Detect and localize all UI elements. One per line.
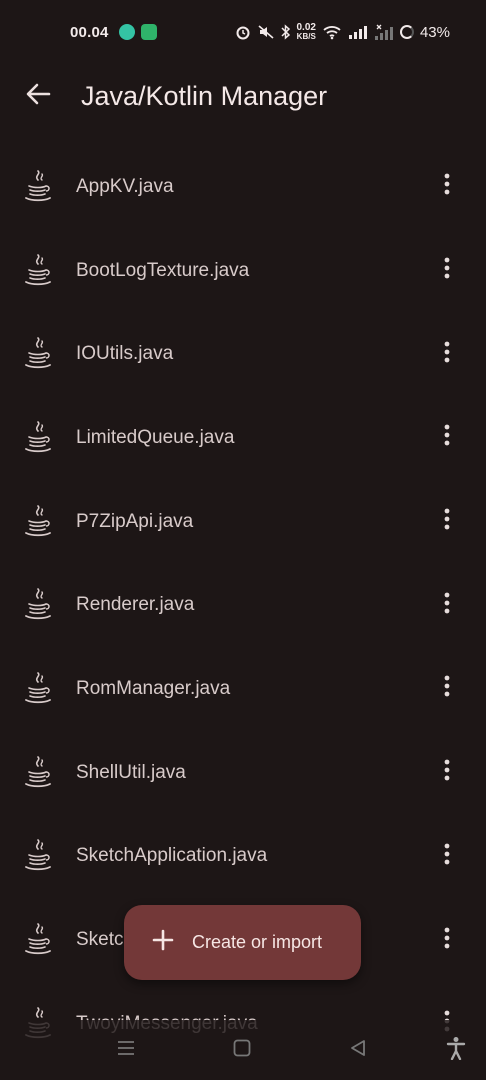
java-coffee-cup-icon xyxy=(0,672,76,706)
chat-notification-icon xyxy=(118,24,135,40)
signal-icon xyxy=(348,25,368,39)
file-name: LimitedQueue.java xyxy=(76,426,235,448)
file-options-button[interactable] xyxy=(422,497,472,547)
more-vert-icon xyxy=(444,927,450,954)
recents-button[interactable] xyxy=(114,1038,138,1062)
file-options-button[interactable] xyxy=(422,831,472,881)
bluetooth-icon xyxy=(280,24,291,40)
file-options-button[interactable] xyxy=(422,246,472,296)
file-name: SketchApplication.java xyxy=(76,845,268,867)
file-list-item[interactable]: IOUtils.java xyxy=(0,312,486,396)
java-coffee-cup-icon xyxy=(0,755,76,790)
more-vert-icon xyxy=(444,341,450,368)
java-coffee-cup-icon xyxy=(0,839,76,873)
file-options-button[interactable] xyxy=(422,162,472,212)
more-vert-icon xyxy=(444,424,450,451)
screen: 00.04 0.02 KB/S 43% Java/Kotlin Manager … xyxy=(0,0,486,1080)
battery-percent: 43% xyxy=(419,23,450,41)
mute-icon xyxy=(257,24,275,40)
file-list-item[interactable]: P7ZipApi.java xyxy=(0,480,486,564)
more-vert-icon xyxy=(444,675,450,702)
file-options-button[interactable] xyxy=(422,413,472,463)
plus-icon xyxy=(152,929,174,956)
file-list-item[interactable]: ShellUtil.java xyxy=(0,731,486,815)
network-speed-unit: KB/S xyxy=(296,32,316,41)
file-list-item[interactable]: RomManager.java xyxy=(0,647,486,731)
file-list-item[interactable]: AppKV.java xyxy=(0,145,486,229)
arrow-left-icon xyxy=(25,82,51,111)
file-options-button[interactable] xyxy=(422,748,472,798)
status-icons: 0.02 KB/S 43% xyxy=(235,23,450,41)
java-coffee-cup-icon xyxy=(0,588,76,622)
file-list-item[interactable]: Renderer.java xyxy=(0,563,486,647)
file-list-item[interactable]: BootLogTexture.java xyxy=(0,229,486,313)
navigation-bar xyxy=(0,1020,486,1080)
file-name: IOUtils.java xyxy=(76,343,174,365)
file-options-button[interactable] xyxy=(422,580,472,630)
square-icon xyxy=(233,1039,251,1062)
more-vert-icon xyxy=(444,759,450,786)
java-coffee-cup-icon xyxy=(0,421,76,455)
file-name: P7ZipApi.java xyxy=(76,510,194,532)
file-list-item[interactable]: SketchApplication.java xyxy=(0,815,486,899)
file-options-button[interactable] xyxy=(422,329,472,379)
back-nav-button[interactable] xyxy=(346,1038,370,1062)
status-bar: 00.04 0.02 KB/S 43% xyxy=(0,0,486,64)
file-list-item[interactable]: LimitedQueue.java xyxy=(0,396,486,480)
more-vert-icon xyxy=(444,173,450,200)
file-name: ShellUtil.java xyxy=(76,761,186,783)
file-options-button[interactable] xyxy=(422,915,472,965)
battery-icon xyxy=(399,25,414,39)
java-coffee-cup-icon xyxy=(0,170,76,204)
file-name: BootLogTexture.java xyxy=(76,259,250,281)
java-coffee-cup-icon xyxy=(0,337,76,371)
wifi-icon xyxy=(322,24,342,40)
file-options-button[interactable] xyxy=(422,664,472,714)
more-vert-icon xyxy=(444,592,450,619)
more-vert-icon xyxy=(444,843,450,870)
file-name: RomManager.java xyxy=(76,677,231,699)
network-speed: 0.02 KB/S xyxy=(297,23,316,41)
java-coffee-cup-icon xyxy=(0,923,76,957)
file-name: AppKV.java xyxy=(76,175,174,197)
status-time: 00.04 xyxy=(70,23,109,41)
triangle-back-icon xyxy=(349,1039,367,1062)
file-name: Renderer.java xyxy=(76,594,195,616)
menu-lines-icon xyxy=(117,1040,135,1061)
home-button[interactable] xyxy=(230,1038,254,1062)
app-bar: Java/Kotlin Manager xyxy=(0,64,486,128)
alarm-icon xyxy=(235,24,251,40)
java-coffee-cup-icon xyxy=(0,253,76,288)
create-or-import-button[interactable]: Create or import xyxy=(124,905,361,980)
accessibility-icon xyxy=(446,1036,466,1065)
page-title: Java/Kotlin Manager xyxy=(81,80,328,111)
accessibility-button[interactable] xyxy=(444,1036,468,1064)
more-vert-icon xyxy=(444,508,450,535)
shield-notification-icon xyxy=(140,24,157,40)
back-button[interactable] xyxy=(0,64,76,128)
fab-label: Create or import xyxy=(192,932,323,952)
java-coffee-cup-icon xyxy=(0,504,76,539)
signal-no-service-icon xyxy=(374,24,394,40)
more-vert-icon xyxy=(444,257,450,284)
